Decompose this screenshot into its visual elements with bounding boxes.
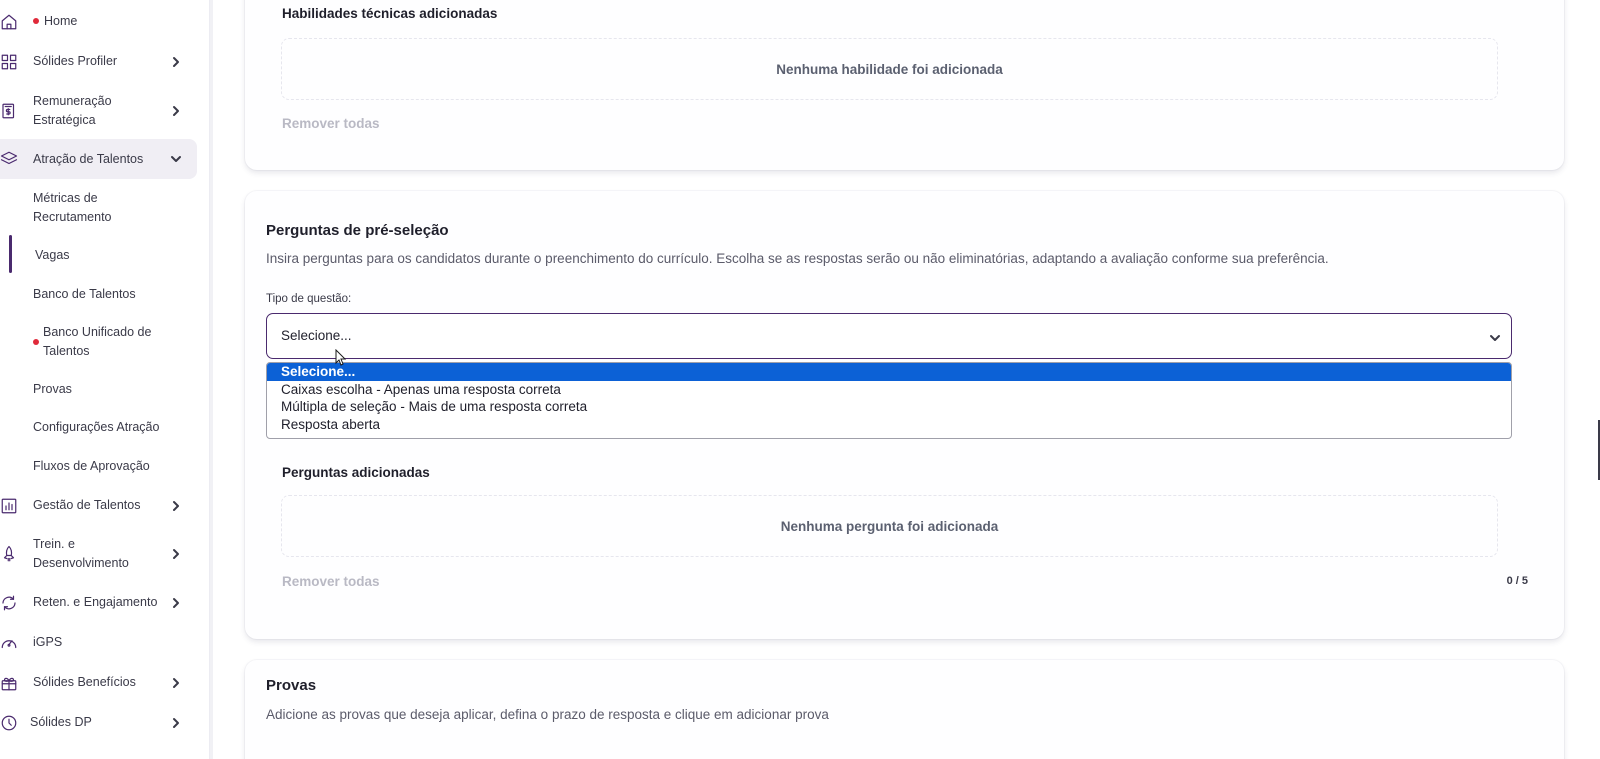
sidebar-subitem-vagas[interactable]: Vagas [35,246,195,265]
option-caixas-escolha[interactable]: Caixas escolha - Apenas uma resposta cor… [267,381,1511,399]
option-multipla-selecao[interactable]: Múltipla de seleção - Mais de uma respos… [267,398,1511,416]
questions-remove-all-button[interactable]: Remover todas [282,574,380,589]
sidebar-item-label: Remuneração Estratégica [33,94,112,127]
sidebar-item-igps[interactable]: iGPS [0,633,197,652]
skills-remove-all-button[interactable]: Remover todas [282,116,380,131]
sidebar: Home Sólides Profiler Remuneração Estrat… [0,0,213,759]
notification-dot [33,339,39,345]
chevron-down-icon [170,153,182,165]
option-selecione[interactable]: Selecione... [267,363,1511,381]
gauge-icon [0,634,18,652]
skills-empty-box: Nenhuma habilidade foi adicionada [281,38,1498,100]
money-doc-icon [0,102,18,120]
questions-counter: 0 / 5 [1506,575,1528,587]
tests-title: Provas [266,677,317,694]
sidebar-item-gestao-talentos[interactable]: Gestão de Talentos [0,496,197,515]
preselection-card: Perguntas de pré-seleção Insira pergunta… [245,191,1564,639]
option-resposta-aberta[interactable]: Resposta aberta [267,416,1511,434]
chevron-right-icon [170,597,182,609]
sidebar-subitem-banco-talentos[interactable]: Banco de Talentos [33,285,193,304]
preselection-description: Insira perguntas para os candidatos dura… [266,251,1329,266]
sidebar-subitem-metricas[interactable]: Métricas de Recrutamento [33,189,193,227]
gift-icon [0,674,18,692]
home-icon [0,13,18,31]
sidebar-item-label: Home [44,14,78,28]
sidebar-subitem-fluxos[interactable]: Fluxos de Aprovação [33,457,193,476]
sidebar-item-home[interactable]: Home [0,12,197,31]
sidebar-item-dp[interactable]: Sólides DP [0,713,197,732]
mouse-cursor-icon [335,349,347,366]
bar-chart-icon [0,497,18,515]
layers-icon [0,150,18,168]
chevron-right-icon [170,105,182,117]
chevron-right-icon [170,717,182,729]
sidebar-item-remuneracao[interactable]: Remuneração Estratégica [0,92,197,130]
sidebar-item-beneficios[interactable]: Sólides Benefícios [0,673,197,692]
sidebar-item-label: iGPS [33,635,63,649]
sidebar-item-solides-profiler[interactable]: Sólides Profiler [0,52,197,71]
sidebar-subitem-banco-unificado[interactable]: Banco Unificado de Talentos [43,323,203,361]
app-root: Home Sólides Profiler Remuneração Estrat… [0,0,1600,759]
sidebar-subitem-provas[interactable]: Provas [33,380,193,399]
chevron-down-icon [1489,331,1501,343]
grid-icon [0,53,18,71]
chevron-right-icon [170,56,182,68]
main-content: Habilidades técnicas adicionadas Nenhuma… [214,0,1600,759]
select-value: Selecione... [281,328,352,343]
refresh-icon [0,594,18,612]
chevron-right-icon [170,548,182,560]
rocket-icon [0,545,18,563]
questions-empty-box: Nenhuma pergunta foi adicionada [281,495,1498,557]
sidebar-item-label: Atração de Talentos [33,152,144,166]
chevron-right-icon [170,500,182,512]
tests-description: Adicione as provas que deseja aplicar, d… [266,707,829,722]
sidebar-item-label: Gestão de Talentos [33,498,141,512]
clock-icon [0,714,18,732]
skills-card: Habilidades técnicas adicionadas Nenhuma… [245,0,1564,170]
sidebar-item-label: Reten. e Engajamento [33,595,158,609]
active-indicator [9,235,12,273]
sidebar-subitem-configuracoes[interactable]: Configurações Atração [33,418,193,437]
chevron-right-icon [170,677,182,689]
question-type-label: Tipo de questão: [266,293,352,305]
sidebar-item-label: Sólides Profiler [33,54,118,68]
sidebar-item-atracao-talentos[interactable]: Atração de Talentos [0,139,197,179]
added-questions-title: Perguntas adicionadas [282,465,430,480]
question-type-select[interactable]: Selecione... [266,313,1512,359]
sidebar-item-label: Sólides Benefícios [33,675,136,689]
notification-dot [33,18,39,24]
question-type-options: Selecione... Caixas escolha - Apenas uma… [266,362,1512,439]
skills-title: Habilidades técnicas adicionadas [282,6,498,21]
sidebar-item-label: Trein. e Desenvolvimento [33,537,129,570]
sidebar-item-retencao[interactable]: Reten. e Engajamento [0,593,197,612]
sidebar-item-treinamento[interactable]: Trein. e Desenvolvimento [0,535,197,573]
sidebar-item-label: Sólides DP [30,715,92,729]
tests-card: Provas Adicione as provas que deseja apl… [245,660,1564,759]
preselection-title: Perguntas de pré-seleção [266,222,449,239]
